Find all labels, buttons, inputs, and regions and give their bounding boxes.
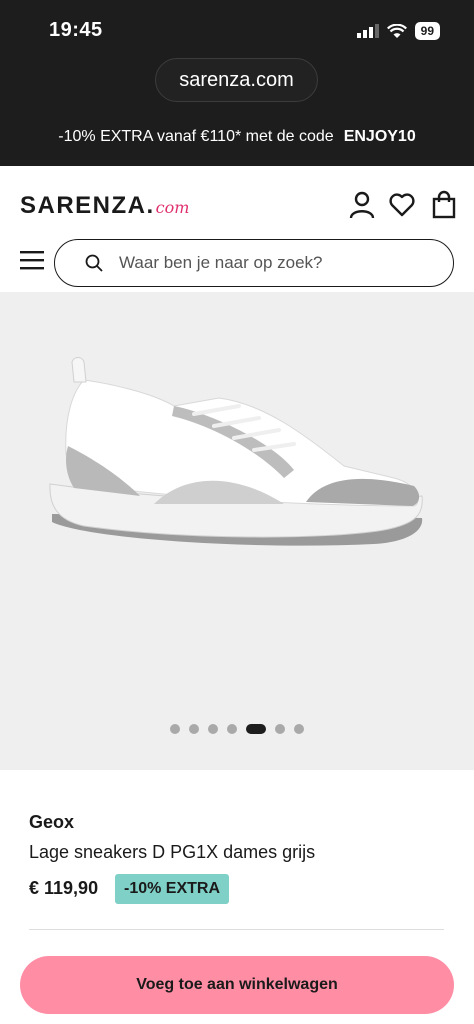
gallery-dot[interactable] bbox=[275, 724, 285, 734]
site-header: SARENZA. com Waar ben je naar op zoek? bbox=[0, 166, 474, 292]
product-info: Geox Lage sneakers D PG1X dames grijs € … bbox=[0, 770, 474, 1024]
product-image-gallery[interactable] bbox=[0, 292, 474, 770]
url-bar[interactable]: sarenza.com bbox=[155, 58, 318, 102]
gallery-pagination bbox=[0, 724, 474, 734]
search-icon bbox=[85, 254, 103, 272]
sarenza-logo[interactable]: SARENZA. com bbox=[20, 192, 189, 220]
status-time: 19:45 bbox=[49, 19, 103, 41]
account-icon[interactable] bbox=[348, 190, 376, 220]
signal-icon bbox=[356, 24, 379, 38]
wishlist-heart-icon[interactable] bbox=[388, 190, 416, 220]
discount-badge: -10% EXTRA bbox=[115, 874, 230, 904]
promo-banner[interactable]: -10% EXTRA vanaf €110* met de code ENJOY… bbox=[0, 108, 474, 166]
search-bar[interactable]: Waar ben je naar op zoek? bbox=[54, 239, 454, 287]
add-to-cart-button[interactable]: Voeg toe aan winkelwagen bbox=[20, 956, 454, 1014]
shopping-bag-icon[interactable] bbox=[430, 190, 458, 220]
divider bbox=[29, 929, 444, 930]
status-bar: 19:45 99 bbox=[0, 0, 474, 58]
logo-main-text: SARENZA. bbox=[20, 192, 155, 219]
wifi-icon bbox=[386, 23, 407, 38]
product-name: Lage sneakers D PG1X dames grijs bbox=[29, 842, 316, 862]
promo-text: -10% EXTRA vanaf €110* met de code bbox=[58, 128, 334, 145]
battery-indicator: 99 bbox=[414, 22, 440, 40]
browser-bar: sarenza.com bbox=[0, 58, 474, 108]
logo-suffix-text: com bbox=[155, 198, 190, 217]
gallery-dot[interactable] bbox=[294, 724, 304, 734]
product-image-sneaker[interactable] bbox=[44, 354, 434, 554]
gallery-dot[interactable] bbox=[189, 724, 199, 734]
status-icons: 99 bbox=[356, 22, 440, 40]
search-placeholder: Waar ben je naar op zoek? bbox=[119, 253, 323, 272]
product-price: € 119,90 bbox=[29, 878, 99, 898]
gallery-dot[interactable] bbox=[170, 724, 180, 734]
gallery-dot[interactable] bbox=[246, 724, 266, 734]
product-brand[interactable]: Geox bbox=[29, 812, 74, 833]
gallery-dot[interactable] bbox=[227, 724, 237, 734]
menu-hamburger-icon[interactable] bbox=[20, 250, 44, 270]
gallery-dot[interactable] bbox=[208, 724, 218, 734]
promo-code: ENJOY10 bbox=[343, 128, 416, 145]
